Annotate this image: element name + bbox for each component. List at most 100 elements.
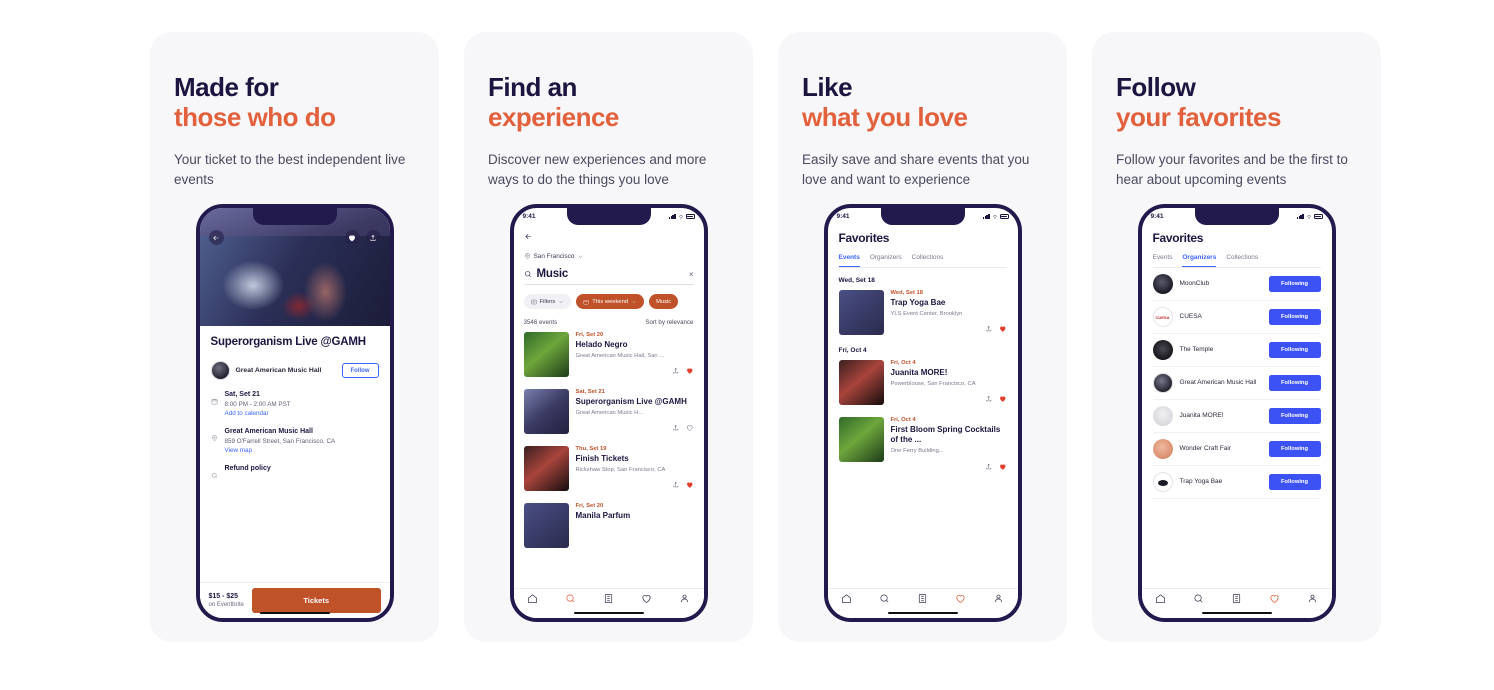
venue-info-row: Great American Music Hall 859 O'Farrell … (211, 428, 379, 454)
status-time: 9:41 (522, 213, 536, 220)
heart-icon[interactable] (686, 362, 694, 380)
card-subtitle: Discover new experiences and more ways t… (488, 152, 707, 187)
tab-search[interactable] (565, 591, 576, 609)
list-item[interactable]: Juanita MORE! Following (1152, 400, 1321, 433)
card-subtitle: Follow your favorites and be the first t… (1116, 152, 1348, 187)
list-item[interactable]: Wonder Craft Fair Following (1152, 433, 1321, 466)
follow-button[interactable]: Follow (341, 363, 379, 379)
chip-label: Filters (539, 298, 556, 305)
following-button[interactable]: Following (1268, 342, 1321, 358)
back-button[interactable] (208, 230, 224, 245)
tab-profile[interactable] (993, 591, 1004, 609)
tab-profile[interactable] (679, 591, 690, 609)
share-icon[interactable] (672, 362, 680, 380)
list-item[interactable]: Fri, Set 20 Helado Negro Great American … (523, 332, 694, 380)
clear-search-icon[interactable]: × (689, 270, 694, 279)
event-name: Superorganism Live @GAMH (575, 396, 687, 406)
following-button[interactable]: Following (1268, 441, 1321, 457)
date-chip[interactable]: This weekend (576, 294, 645, 309)
tickets-button[interactable]: Tickets (251, 588, 381, 613)
back-button[interactable] (524, 228, 694, 246)
tab-events[interactable]: Events (838, 254, 860, 267)
list-item[interactable]: Thu, Set 19 Finish Tickets Rickshaw Stop… (523, 445, 694, 494)
tab-tickets[interactable] (603, 591, 614, 609)
tab-tickets[interactable] (1231, 591, 1242, 609)
tab-home[interactable] (841, 591, 852, 609)
tab-favorites[interactable] (955, 591, 966, 609)
organizer-avatar (1152, 274, 1173, 294)
event-thumbnail (523, 502, 569, 548)
heart-icon[interactable] (999, 320, 1007, 338)
following-button[interactable]: Following (1268, 375, 1321, 391)
tab-profile[interactable] (1307, 591, 1318, 609)
event-date: Fri, Oct 4 (890, 416, 916, 423)
event-name: First Bloom Spring Cocktails of the ... (890, 424, 1001, 445)
headline-line-1: Follow (1116, 72, 1196, 102)
organizer-row[interactable]: Great American Music Hall Follow (210, 361, 379, 381)
organizer-name: MoonClub (1179, 280, 1210, 288)
tab-organizers[interactable]: Organizers (870, 254, 902, 267)
organizer-avatar (1152, 439, 1173, 459)
tab-search[interactable] (879, 591, 890, 609)
headline-line-1: Made for (174, 72, 279, 102)
refund-info-row[interactable]: Refund policy (211, 465, 379, 484)
share-icon[interactable] (985, 320, 993, 338)
list-item[interactable]: CUESA Following (1152, 301, 1321, 334)
location-label: San Francisco (533, 253, 575, 260)
heart-icon[interactable] (686, 419, 694, 437)
following-button[interactable]: Following (1268, 474, 1321, 490)
list-item[interactable]: Trap Yoga Bae Following (1152, 466, 1321, 499)
like-button[interactable] (344, 230, 360, 245)
share-icon[interactable] (672, 476, 680, 494)
list-item[interactable]: Fri, Oct 4 First Bloom Spring Cocktails … (838, 416, 1007, 475)
share-icon[interactable] (985, 390, 993, 408)
calendar-icon (211, 391, 219, 417)
headline-line-2: your favorites (1116, 102, 1281, 133)
tab-favorites[interactable] (1269, 591, 1280, 609)
organizer-name: Trap Yoga Bae (1179, 478, 1223, 486)
share-icon[interactable] (672, 419, 680, 437)
tab-tickets[interactable] (917, 591, 928, 609)
filter-chip-row: Filters This weekend Music (523, 294, 694, 309)
share-icon[interactable] (985, 457, 993, 475)
list-item[interactable]: Wed, Set 18 Trap Yoga Bae YLS Event Cent… (838, 290, 1007, 338)
tab-collections[interactable]: Collections (1226, 254, 1258, 267)
event-actions (576, 476, 694, 494)
headline-line-2: those who do (174, 102, 336, 133)
following-button[interactable]: Following (1268, 309, 1321, 325)
heart-icon[interactable] (999, 390, 1007, 408)
headline-line-2: what you love (802, 102, 968, 133)
list-item[interactable]: The Temple Following (1152, 334, 1321, 367)
event-hero-image (199, 208, 390, 326)
tab-events[interactable]: Events (1153, 254, 1173, 267)
sort-selector[interactable]: Sort by relevance (645, 319, 693, 326)
phone-notch (566, 208, 651, 225)
chip-label: Music (656, 298, 672, 305)
tab-organizers[interactable]: Organizers (1182, 254, 1217, 267)
event-thumbnail (838, 290, 884, 335)
list-item[interactable]: Sat, Set 21 Superorganism Live @GAMH Gre… (523, 388, 694, 437)
share-button[interactable] (365, 230, 381, 245)
list-item[interactable]: MoonClub Following (1152, 268, 1321, 301)
tab-search[interactable] (1193, 591, 1204, 609)
battery-icon (999, 214, 1009, 219)
tab-collections[interactable]: Collections (912, 254, 944, 267)
tab-favorites[interactable] (641, 591, 652, 609)
add-to-calendar-link[interactable]: Add to calendar (225, 410, 291, 417)
list-item[interactable]: Fri, Set 20 Manila Parfum (523, 502, 694, 548)
location-selector[interactable]: San Francisco (524, 253, 694, 260)
following-button[interactable]: Following (1268, 408, 1321, 424)
event-actions (891, 457, 1007, 475)
heart-icon[interactable] (686, 476, 694, 494)
filters-chip[interactable]: Filters (523, 294, 572, 309)
tab-home[interactable] (1155, 591, 1166, 609)
category-chip[interactable]: Music (649, 294, 679, 309)
search-input[interactable]: Music × (523, 268, 694, 285)
view-map-link[interactable]: View map (225, 447, 336, 454)
following-button[interactable]: Following (1268, 276, 1321, 292)
event-thumbnail (523, 445, 569, 491)
heart-icon[interactable] (999, 457, 1007, 475)
tab-home[interactable] (527, 591, 538, 609)
list-item[interactable]: Great American Music Hall Following (1152, 367, 1321, 400)
list-item[interactable]: Fri, Oct 4 Juanita MORE! Powerblouse, Sa… (838, 359, 1007, 408)
